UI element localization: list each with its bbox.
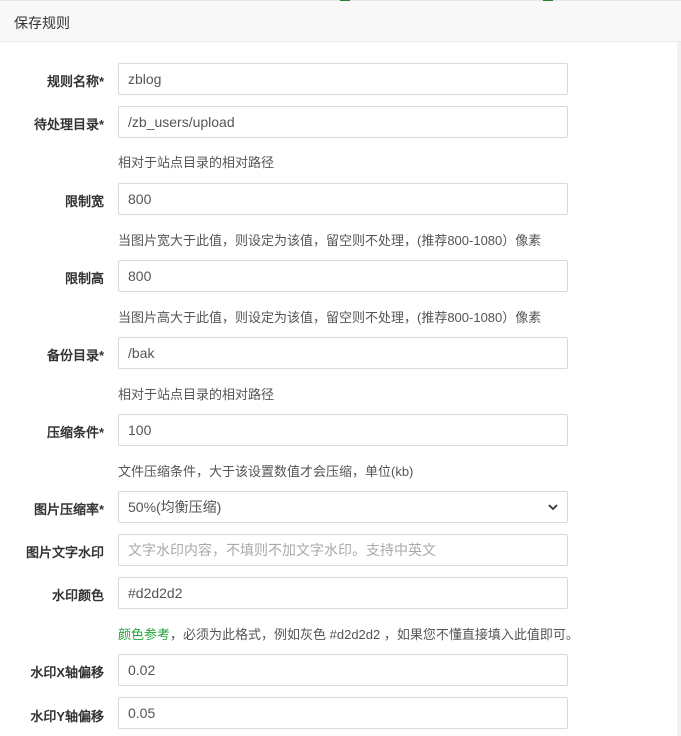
max-height-input[interactable]	[118, 260, 568, 292]
compress-rate-label: 图片压缩率*	[33, 502, 104, 517]
max-height-label: 限制高	[64, 271, 104, 286]
compress-condition-hint: 文件压缩条件，大于该设置数值才会压缩，单位(kb)	[118, 464, 414, 479]
color-reference-link[interactable]: 颜色参考	[118, 627, 170, 642]
chevron-down-icon	[547, 501, 559, 513]
dialog-title: 保存规则	[14, 15, 70, 31]
watermark-color-hint: 颜色参考，必须为此格式，例如灰色 #d2d2d2 ，如果您不懂直接填入此值即可。	[118, 624, 579, 643]
dialog-header: 保存规则	[0, 1, 681, 42]
backup-dir-label: 备份目录*	[46, 348, 104, 363]
watermark-y-input[interactable]	[118, 697, 568, 729]
watermark-x-label: 水印X轴偏移	[30, 665, 104, 680]
backup-dir-input[interactable]	[118, 337, 568, 369]
watermark-y-label: 水印Y轴偏移	[30, 709, 104, 724]
compress-rate-select[interactable]: 50%(均衡压缩)	[118, 491, 568, 523]
watermark-color-label: 水印颜色	[51, 588, 104, 603]
max-width-label: 限制宽	[64, 194, 104, 209]
compress-condition-input[interactable]	[118, 414, 568, 446]
compress-rate-selected: 50%(均衡压缩)	[128, 499, 222, 515]
compress-condition-label: 压缩条件*	[46, 425, 104, 440]
backup-dir-hint: 相对于站点目录的相对路径	[118, 387, 275, 402]
max-height-hint: 当图片高大于此值，则设定为该值，留空则不处理，(推荐800-1080）像素	[118, 310, 542, 325]
watermark-color-input[interactable]	[118, 577, 568, 609]
watermark-x-input[interactable]	[118, 654, 568, 686]
rule-name-label: 规则名称*	[46, 74, 104, 89]
text-watermark-label: 图片文字水印	[25, 545, 104, 560]
pending-dir-label: 待处理目录*	[33, 117, 104, 132]
rule-form: 规则名称* 待处理目录* 相对于站点目录的相对路径 限制宽 当图片宽大于此值，则…	[0, 42, 681, 736]
watermark-color-hint-text: ，必须为此格式，例如灰色 #d2d2d2 ，如果您不懂直接填入此值即可。	[170, 627, 579, 642]
pending-dir-input[interactable]	[118, 106, 568, 138]
scrollbar[interactable]	[677, 42, 681, 736]
max-width-input[interactable]	[118, 183, 568, 215]
text-watermark-input[interactable]	[118, 534, 568, 566]
max-width-hint: 当图片宽大于此值，则设定为该值，留空则不处理，(推荐800-1080）像素	[118, 233, 542, 248]
pending-dir-hint: 相对于站点目录的相对路径	[118, 155, 275, 170]
rule-name-input[interactable]	[118, 63, 568, 95]
